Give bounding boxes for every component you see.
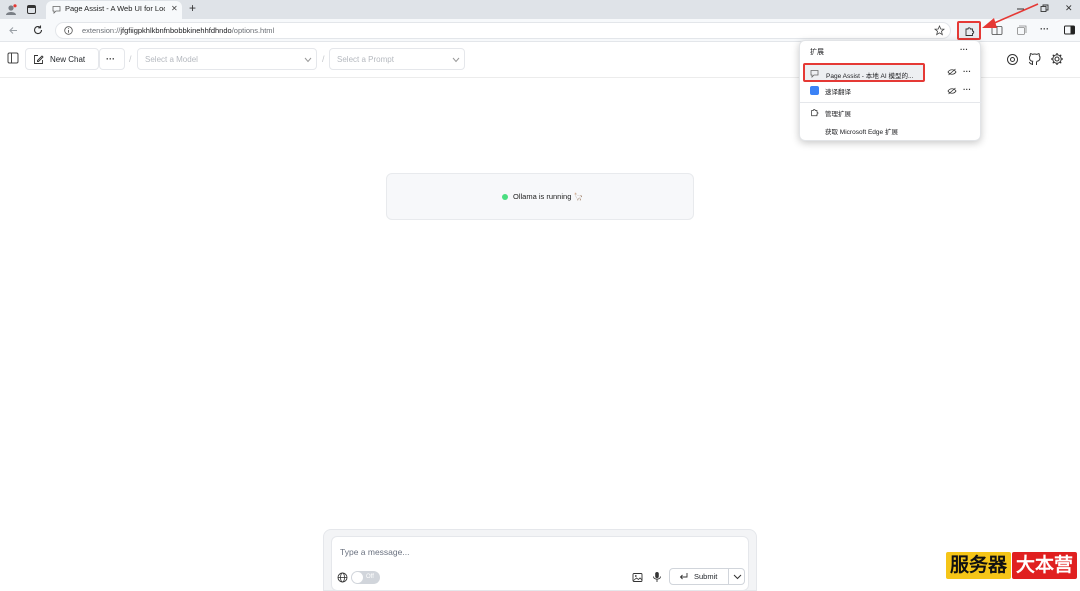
extension-label: Page Assist - 本地 AI 模型的... xyxy=(826,73,914,80)
more-options-button[interactable]: ··· xyxy=(99,48,125,70)
info-icon[interactable] xyxy=(64,26,73,35)
new-tab-button[interactable]: + xyxy=(189,1,196,15)
refresh-icon[interactable] xyxy=(32,24,44,36)
new-chat-label: New Chat xyxy=(50,55,86,64)
status-card: Ollama is running 🦙 xyxy=(386,173,694,220)
chat-bubble-icon xyxy=(810,70,819,78)
popup-more-icon[interactable]: ··· xyxy=(960,45,968,54)
extension-more-icon[interactable]: ··· xyxy=(963,85,971,94)
submit-label: Submit xyxy=(694,572,718,581)
manage-extensions-label: 管理扩展 xyxy=(825,111,851,118)
extension-label: 速译翻译 xyxy=(825,89,851,96)
extension-more-icon[interactable]: ··· xyxy=(963,67,971,76)
toggle-label: Off xyxy=(366,574,374,580)
tab-actions-icon[interactable] xyxy=(27,5,36,14)
prompt-select[interactable]: Select a Prompt xyxy=(329,48,465,70)
hidden-eye-icon[interactable] xyxy=(947,87,957,95)
manage-extensions-item[interactable]: 管理扩展 xyxy=(803,105,978,121)
puzzle-icon xyxy=(811,109,819,117)
popup-title: 扩展 xyxy=(810,49,824,56)
chevron-down-icon xyxy=(452,57,460,63)
globe-icon[interactable] xyxy=(337,572,348,583)
get-extensions-label: 获取 Microsoft Edge 扩展 xyxy=(825,129,898,136)
image-icon[interactable] xyxy=(632,572,643,583)
submit-button[interactable]: Submit xyxy=(670,569,729,584)
settings-alt-icon[interactable] xyxy=(1006,53,1019,66)
profile-icon[interactable] xyxy=(5,4,17,15)
translate-icon xyxy=(810,86,819,95)
github-icon[interactable] xyxy=(1028,52,1041,66)
chevron-down-icon[interactable] xyxy=(733,574,742,580)
tab-title: Page Assist - A Web UI for Local AI xyxy=(65,4,165,13)
chevron-down-icon xyxy=(304,57,312,63)
watermark-right: 大本营 xyxy=(1012,552,1078,579)
separator: / xyxy=(129,54,132,64)
favorite-star-icon[interactable] xyxy=(934,25,945,36)
extensions-popup: 扩展 ··· Page Assist - 本地 AI 模型的... ··· 速译… xyxy=(799,40,982,141)
submit-button-group: Submit xyxy=(669,568,745,585)
chat-bubble-icon xyxy=(52,5,61,14)
status-dot xyxy=(502,194,508,200)
hidden-eye-icon[interactable] xyxy=(947,68,957,76)
back-icon[interactable] xyxy=(8,25,19,36)
prompt-select-placeholder: Select a Prompt xyxy=(337,55,394,64)
watermark-left: 服务器 xyxy=(946,552,1012,579)
edit-icon xyxy=(34,55,44,64)
toggle-knob xyxy=(352,572,363,583)
divider xyxy=(800,102,982,103)
status-text: Ollama is running 🦙 xyxy=(513,192,583,201)
enter-icon xyxy=(679,573,688,580)
close-tab-icon[interactable]: ✕ xyxy=(171,4,178,13)
get-extensions-item[interactable]: 获取 Microsoft Edge 扩展 xyxy=(803,123,978,139)
settings-gear-icon[interactable] xyxy=(1050,52,1064,66)
url-text: extension://jfgfiigpkhlkbnfnbobbkinehhfd… xyxy=(82,26,275,35)
message-input[interactable]: Type a message... xyxy=(340,547,409,557)
model-select-placeholder: Select a Model xyxy=(145,55,198,64)
web-search-toggle[interactable]: Off xyxy=(351,571,380,584)
new-chat-button[interactable]: New Chat xyxy=(25,48,99,70)
separator: / xyxy=(322,54,325,64)
composer: Type a message... Off Submit xyxy=(331,536,749,591)
sidebar-panel-icon[interactable] xyxy=(7,52,19,64)
microphone-icon[interactable] xyxy=(652,571,662,583)
extension-item-page-assist[interactable]: Page Assist - 本地 AI 模型的... xyxy=(803,63,925,82)
model-select[interactable]: Select a Model xyxy=(137,48,317,70)
